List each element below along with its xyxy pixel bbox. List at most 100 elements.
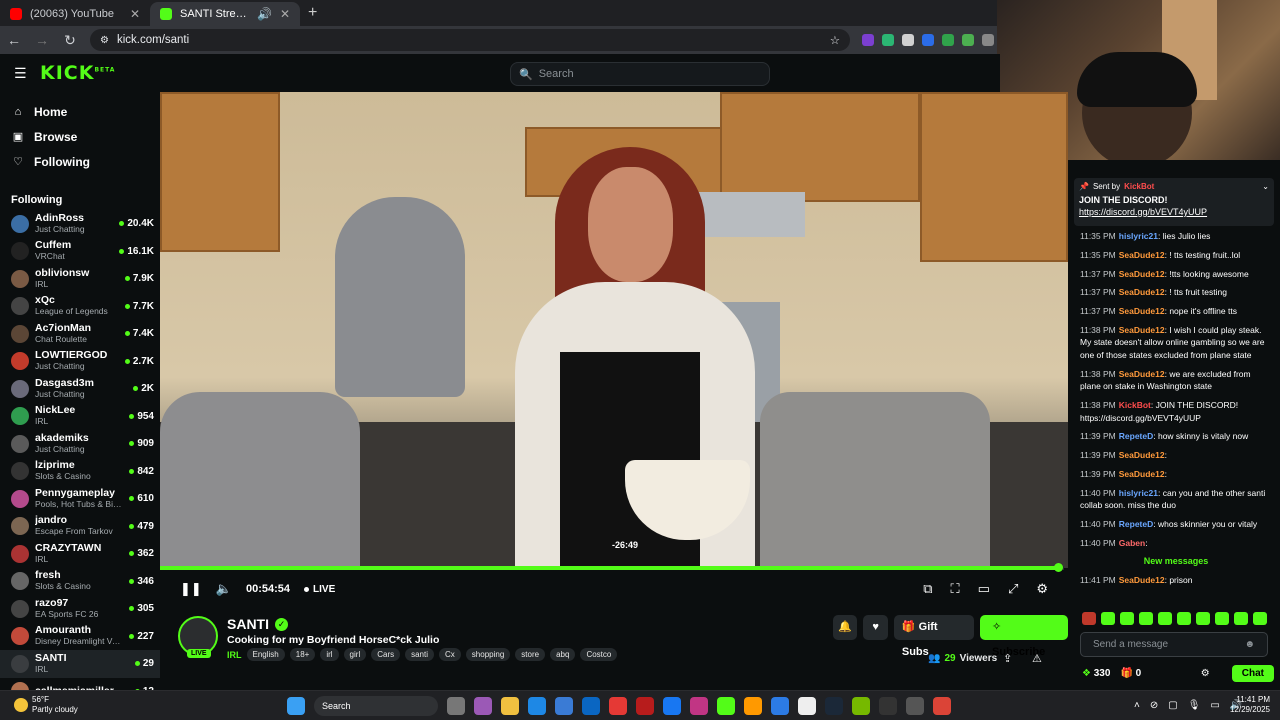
- message-user[interactable]: SeaDude12: [1119, 306, 1165, 316]
- picture-in-picture-icon[interactable]: ⧉: [923, 581, 932, 597]
- sidebar-item-browse[interactable]: ▣ Browse: [0, 124, 160, 149]
- app-icon[interactable]: [636, 697, 654, 715]
- sidebar-channel-ac7ionman[interactable]: Ac7ionMan Chat Roulette 7.4K: [0, 320, 160, 348]
- tag-chip[interactable]: shopping: [465, 648, 511, 661]
- kick-logo[interactable]: KICKBETA: [40, 62, 115, 84]
- sidebar-channel-dasgasd3m[interactable]: Dasgasd3m Just Chatting 2K: [0, 375, 160, 403]
- reload-icon[interactable]: ↻: [62, 32, 78, 49]
- speaker-icon[interactable]: 🔊: [257, 7, 272, 21]
- emote-icon[interactable]: [1120, 612, 1134, 625]
- share-icon[interactable]: ⇪: [1003, 652, 1012, 665]
- chat-message[interactable]: 11:38 PM SeaDude12: I wish I could play s…: [1080, 324, 1272, 362]
- gift-subs-button[interactable]: 🎁 Gift Subs: [893, 615, 975, 658]
- sidebar-channel-santi[interactable]: SANTI IRL 29: [0, 650, 160, 678]
- extension-icon[interactable]: [942, 34, 954, 46]
- clip-icon[interactable]: ⛶: [951, 581, 960, 597]
- chat-message[interactable]: 11:40 PM hislyric21: can you and the othe…: [1080, 487, 1272, 512]
- chat-input[interactable]: Send a message ☻: [1080, 632, 1268, 657]
- tag-chip[interactable]: English: [246, 648, 285, 661]
- close-icon[interactable]: ✕: [130, 7, 140, 21]
- volume-icon[interactable]: 🔈: [216, 581, 232, 597]
- new-tab-button[interactable]: +: [300, 2, 325, 26]
- channel-name[interactable]: SANTI ✓: [227, 616, 288, 632]
- sidebar-channel-adinross[interactable]: AdinRoss Just Chatting 20.4K: [0, 210, 160, 238]
- chat-message[interactable]: 11:41 PM SeaDude12: prison: [1080, 574, 1272, 587]
- message-user[interactable]: SeaDude12: [1119, 369, 1165, 379]
- sidebar-channel-jandro[interactable]: jandro Escape From Tarkov 479: [0, 513, 160, 541]
- tag-chip[interactable]: Cars: [371, 648, 401, 661]
- sidebar-channel-lowtiergod[interactable]: LOWTIERGOD Just Chatting 2.7K: [0, 348, 160, 376]
- search-input[interactable]: 🔍 Search: [510, 62, 770, 86]
- extension-icon[interactable]: [902, 34, 914, 46]
- app-icon[interactable]: [906, 697, 924, 715]
- emote-icon[interactable]: [1215, 612, 1229, 625]
- taskbar-search[interactable]: Search: [314, 696, 438, 716]
- tag-chip[interactable]: irl: [320, 648, 339, 661]
- tab-youtube[interactable]: (20063) YouTube ✕: [0, 2, 150, 26]
- pinned-link[interactable]: https://discord.gg/bVEVT4yUUP: [1079, 207, 1269, 217]
- message-user[interactable]: hislyric21: [1119, 231, 1158, 241]
- tag-chip[interactable]: girl: [343, 648, 367, 661]
- app-icon[interactable]: [798, 697, 816, 715]
- tray-icon[interactable]: ▢: [1168, 700, 1177, 711]
- chat-settings-gear-icon[interactable]: ⚙: [1201, 668, 1210, 679]
- pinned-message[interactable]: 📌 Sent by KickBot ⌄ JOIN THE DISCORD! https…: [1074, 178, 1274, 226]
- tag-chip[interactable]: Costco: [580, 648, 618, 661]
- amazon-icon[interactable]: [744, 697, 762, 715]
- kick-icon[interactable]: [717, 697, 735, 715]
- tag-chip[interactable]: santi: [405, 648, 435, 661]
- chat-message[interactable]: 11:38 PM KickBot: JOIN THE DISCORD! https…: [1080, 399, 1272, 424]
- sidebar-channel-cuffem[interactable]: Cuffem VRChat 16.1K: [0, 238, 160, 266]
- store-icon[interactable]: [555, 697, 573, 715]
- tray-icon[interactable]: ⊘: [1150, 700, 1158, 711]
- message-user[interactable]: SeaDude12: [1119, 269, 1165, 279]
- chat-message[interactable]: 11:37 PM SeaDude12: ! tts fruit testing: [1080, 286, 1272, 299]
- file-explorer-icon[interactable]: [501, 697, 519, 715]
- points-balance[interactable]: ❖ 330: [1082, 668, 1110, 679]
- sidebar-channel-oblivionsw[interactable]: oblivionsw IRL 7.9K: [0, 265, 160, 293]
- back-icon[interactable]: ←: [6, 32, 22, 48]
- sidebar-channel-akademiks[interactable]: akademiks Just Chatting 909: [0, 430, 160, 458]
- theater-mode-icon[interactable]: ▭: [978, 581, 990, 597]
- pause-icon[interactable]: ❚❚: [180, 581, 202, 597]
- steam-icon[interactable]: [825, 697, 843, 715]
- message-user[interactable]: RepeteD: [1119, 431, 1153, 441]
- follow-heart-icon[interactable]: ♥: [863, 615, 888, 640]
- sidebar-item-following[interactable]: ♡ Following: [0, 149, 160, 174]
- chat-message[interactable]: 11:35 PM SeaDude12: ! tts testing fruit..…: [1080, 249, 1272, 262]
- settings-gear-icon[interactable]: ⚙: [1036, 581, 1048, 597]
- chat-message[interactable]: 11:37 PM SeaDude12: nope it's offline tts: [1080, 305, 1272, 318]
- tab-kick[interactable]: SANTI Stream - Watch Live 🔊 ✕: [150, 2, 300, 26]
- sidebar-channel-lziprime[interactable]: lziprime Slots & Casino 842: [0, 458, 160, 486]
- chat-message[interactable]: 11:37 PM SeaDude12: !tts looking awesome: [1080, 268, 1272, 281]
- chat-message[interactable]: 11:39 PM RepeteD: how skinny is vitaly no…: [1080, 430, 1272, 443]
- weather-widget[interactable]: 56°F Partly cloudy: [32, 695, 78, 715]
- chevron-up-icon[interactable]: ˄: [1134, 700, 1140, 711]
- tag-chip[interactable]: Cx: [439, 648, 461, 661]
- tag-chip[interactable]: abq: [550, 648, 576, 661]
- chat-message[interactable]: 11:40 PM Gaben:: [1080, 537, 1272, 550]
- report-icon[interactable]: ⚠: [1032, 652, 1042, 665]
- sidebar-channel-amouranth[interactable]: Amouranth Disney Dreamlight Vall... 227: [0, 623, 160, 651]
- extension-icon[interactable]: [882, 34, 894, 46]
- app-icon[interactable]: [474, 697, 492, 715]
- sidebar-channel-pennygameplay[interactable]: Pennygameplay Pools, Hot Tubs & Biki... 61…: [0, 485, 160, 513]
- seek-handle[interactable]: [1054, 563, 1064, 572]
- subscribe-button[interactable]: ✧ Subscribe: [980, 615, 1069, 658]
- mic-icon[interactable]: 🎙: [1188, 700, 1201, 711]
- emoji-icon[interactable]: ☻: [1244, 633, 1255, 656]
- sidebar-item-home[interactable]: ⌂ Home: [0, 99, 160, 124]
- chat-message[interactable]: 11:39 PM SeaDude12:: [1080, 468, 1272, 481]
- emote-icon[interactable]: [1253, 612, 1267, 625]
- bookmark-star-icon[interactable]: ☆: [830, 33, 840, 47]
- video-player[interactable]: -26:49: [160, 92, 1068, 568]
- close-icon[interactable]: ✕: [280, 7, 290, 21]
- new-messages-divider[interactable]: New messages: [1080, 556, 1272, 566]
- gift-balance[interactable]: 🎁 0: [1120, 668, 1141, 679]
- app-icon[interactable]: [771, 697, 789, 715]
- emote-icon[interactable]: [1196, 612, 1210, 625]
- mail-icon[interactable]: [582, 697, 600, 715]
- seek-bar[interactable]: [160, 563, 1064, 572]
- message-user[interactable]: SeaDude12: [1119, 469, 1165, 479]
- emote-icon[interactable]: [1234, 612, 1248, 625]
